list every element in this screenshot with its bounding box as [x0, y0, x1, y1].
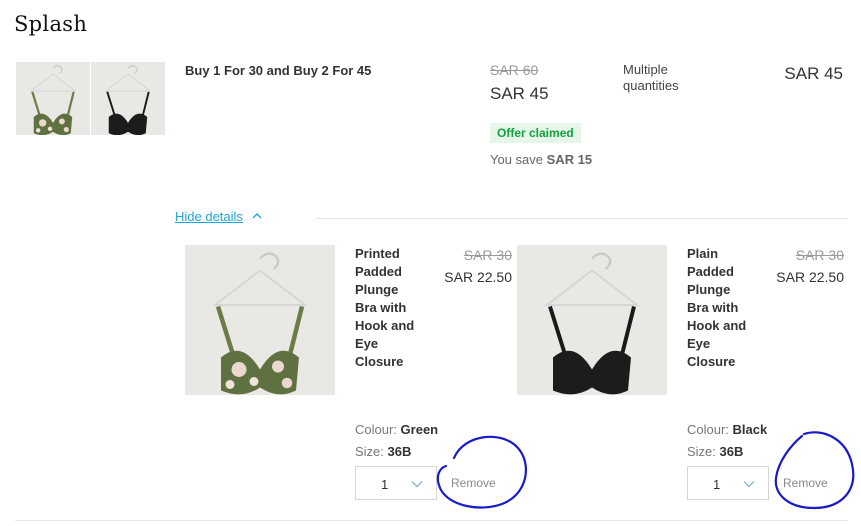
bundle-thumbnail-black[interactable] [91, 62, 165, 135]
chevron-down-icon [743, 481, 755, 488]
quantity-select-2[interactable]: 1 [687, 466, 769, 500]
annotation-circle [436, 435, 527, 509]
bundle-new-price: SAR 45 [490, 84, 549, 103]
product-image-green [29, 64, 77, 135]
chevron-down-icon [411, 481, 423, 488]
annotation-circle [774, 431, 855, 510]
size-label: Size: [355, 444, 384, 459]
item-old-price-2: SAR 30 [795, 247, 844, 263]
bundle-thumbnail-green[interactable] [16, 62, 90, 135]
colour-label: Colour: [687, 422, 729, 437]
product-image-black [545, 251, 639, 395]
bundle-title: Buy 1 For 30 and Buy 2 For 45 [185, 63, 372, 78]
brand-logo: Splash [14, 12, 88, 36]
savings-text: You save SAR 15 [490, 152, 592, 167]
item-size-2: Size: 36B [687, 444, 743, 459]
divider [315, 218, 848, 219]
size-label: Size: [687, 444, 716, 459]
item-new-price-2: SAR 22.50 [776, 269, 844, 285]
item-size-1: Size: 36B [355, 444, 411, 459]
product-image-2[interactable] [517, 245, 667, 395]
colour-label: Colour: [355, 422, 397, 437]
quantity-value: 1 [713, 477, 721, 492]
quantity-note: Multiple quantities [623, 62, 679, 93]
item-name-1[interactable]: Printed Padded Plunge Bra with Hook and … [355, 245, 417, 371]
item-new-price-1: SAR 22.50 [444, 269, 512, 285]
size-value: 36B [387, 444, 412, 459]
item-name-2[interactable]: Plain Padded Plunge Bra with Hook and Ey… [687, 245, 749, 371]
colour-value: Black [732, 422, 768, 437]
savings-amount: SAR 15 [546, 152, 593, 167]
quantity-select-1[interactable]: 1 [355, 466, 437, 500]
hide-details-link[interactable]: Hide details [175, 209, 243, 224]
colour-value: Green [400, 422, 439, 437]
item-colour-1: Colour: Green [355, 422, 438, 437]
bundle-total-price: SAR 45 [784, 64, 843, 83]
savings-prefix: You save [490, 152, 544, 167]
divider [15, 520, 848, 521]
remove-button-1[interactable]: Remove [451, 476, 496, 490]
product-image-1[interactable] [185, 245, 335, 395]
product-image-green [185, 245, 335, 395]
item-colour-2: Colour: Black [687, 422, 767, 437]
bundle-old-price: SAR 60 [490, 62, 539, 78]
product-image-black [104, 64, 152, 135]
offer-claimed-badge: Offer claimed [490, 123, 581, 143]
quantity-value: 1 [381, 477, 389, 492]
chevron-up-icon[interactable] [252, 211, 262, 221]
remove-button-2[interactable]: Remove [783, 476, 828, 490]
size-value: 36B [719, 444, 744, 459]
item-old-price-1: SAR 30 [463, 247, 512, 263]
